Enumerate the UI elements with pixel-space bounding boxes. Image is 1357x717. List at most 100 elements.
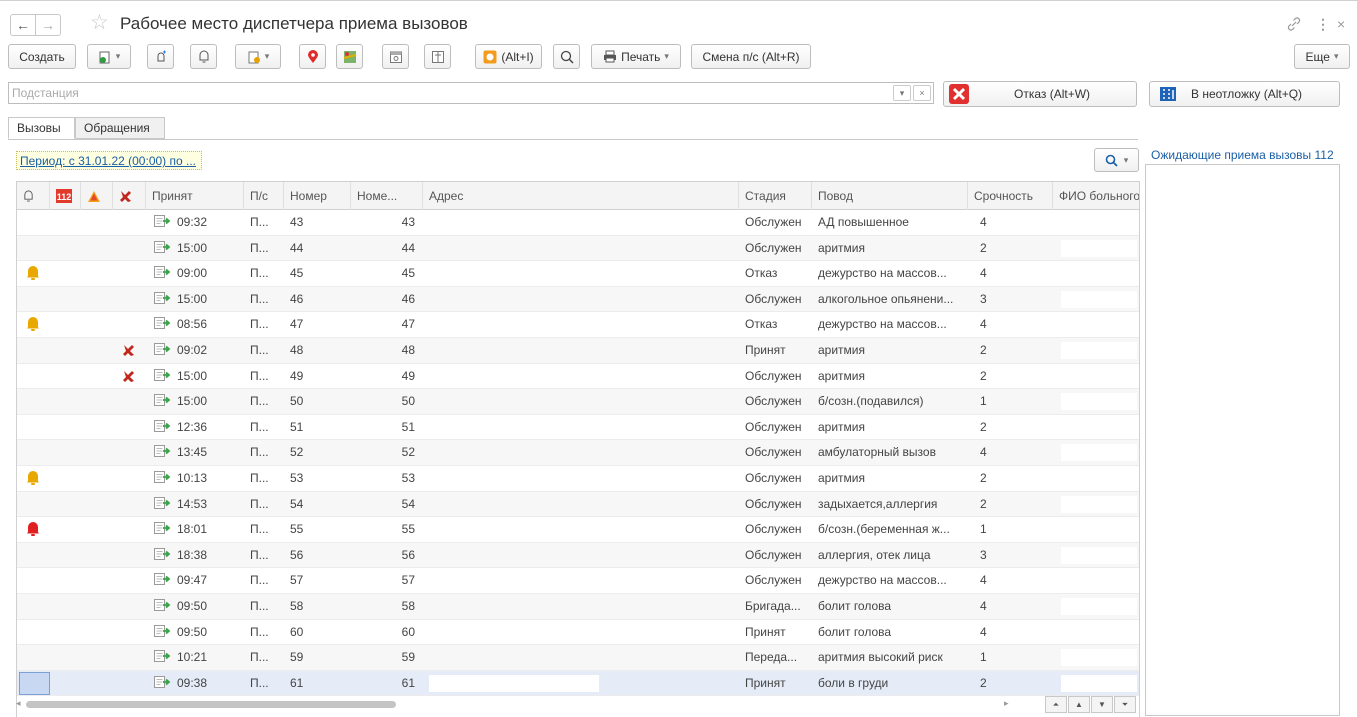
tab-requests[interactable]: Обращения [75, 117, 165, 139]
table-row[interactable]: 09:00 П... 45 45 Отказ дежурство на массов...… [17, 261, 1139, 287]
table-row[interactable]: 09:47 П... 57 57 Обслужен дежурство на массов… [17, 568, 1139, 594]
header-accepted[interactable]: Принят [146, 182, 244, 210]
header-ps[interactable]: П/с [244, 182, 284, 210]
prev-page-icon[interactable]: ▲ [1068, 696, 1090, 713]
header-address[interactable]: Адрес [423, 182, 739, 210]
cell-urgency: 1 [980, 394, 987, 409]
cell-number2: 56 [401, 547, 415, 562]
tab-calls[interactable]: Вызовы [8, 117, 75, 139]
add-document-dropdown[interactable]: ▾ [87, 44, 131, 69]
header-fio[interactable]: ФИО больного [1053, 182, 1139, 210]
cell-urgency: 2 [980, 368, 987, 383]
next-page-icon[interactable]: ▼ [1091, 696, 1113, 713]
cell-ps: П... [250, 522, 269, 537]
horizontal-scrollbar[interactable]: ◂ ▸ [16, 697, 1012, 711]
last-page-icon[interactable]: ⏷ [1114, 696, 1136, 713]
table-row[interactable]: 10:21 П... 59 59 Переда... аритмия высокий ри… [17, 645, 1139, 671]
table-row[interactable]: 09:32 П... 43 43 Обслужен АД повышенное 4 [17, 210, 1139, 236]
refuse-label: Отказ (Alt+W) [1014, 87, 1091, 101]
cell-reason: б/созн.(беременная ж... [818, 522, 950, 537]
more-button[interactable]: Еще ▾ [1294, 44, 1350, 69]
table-row[interactable]: 12:36 П... 51 51 Обслужен аритмия 2 [17, 415, 1139, 441]
cell-reason: аритмия [818, 343, 865, 357]
cell-number2: 51 [401, 419, 415, 434]
cell-reason: аритмия [818, 419, 865, 434]
table-row[interactable]: 15:00 П... 49 49 Обслужен аритмия 2 [17, 364, 1139, 390]
cell-urgency: 1 [980, 522, 987, 537]
cell-reason: аритмия [818, 240, 865, 255]
emergency-112-icon: 112 [56, 189, 72, 203]
table-row[interactable]: 08:56 П... 47 47 Отказ дежурство на массов...… [17, 312, 1139, 338]
refresh-bell-button[interactable] [147, 44, 174, 69]
link-icon[interactable] [1286, 16, 1302, 35]
cell-urgency: 1 [980, 650, 987, 665]
table-row[interactable]: 14:53 П... 54 54 Обслужен задыхается,аллергия… [17, 491, 1139, 518]
period-link[interactable]: Период: с 31.01.22 (00:00) по ... [16, 151, 202, 170]
cell-urgency: 4 [980, 624, 987, 639]
refuse-button[interactable]: Отказ (Alt+W) [943, 81, 1137, 107]
map-icon [343, 50, 356, 63]
more-vertical-icon[interactable]: ⋮ [1316, 16, 1330, 33]
alt-i-button[interactable]: (Alt+I) [475, 44, 542, 69]
back-button[interactable]: ← [10, 14, 36, 36]
info-panel-button[interactable] [424, 44, 451, 69]
ambulance-icon [120, 191, 131, 202]
filter-clear-button[interactable]: × [913, 85, 931, 101]
scroll-right-icon[interactable]: ▸ [1004, 698, 1009, 709]
table-row[interactable]: 09:50 П... 58 58 Бригада... болит голова 4 [17, 594, 1139, 620]
close-icon[interactable]: × [1337, 16, 1345, 32]
scroll-thumb[interactable] [26, 701, 396, 708]
table-row[interactable]: 15:00 П... 50 50 Обслужен б/созн.(подавился) 1 [17, 389, 1139, 415]
cell-time: 09:02 [177, 343, 208, 357]
emergency-button[interactable]: В неотложку (Alt+Q) [1149, 81, 1340, 107]
header-112[interactable]: 112 [50, 182, 81, 210]
report-dropdown[interactable]: ▾ [235, 44, 281, 69]
cell-address [429, 674, 599, 692]
change-substation-button[interactable]: Смена п/с (Alt+R) [691, 44, 811, 69]
cell-number2: 44 [401, 240, 415, 255]
table-row[interactable]: 15:00 П... 46 46 Обслужен алкогольное опьянен… [17, 286, 1139, 313]
header-number[interactable]: Номер [284, 182, 351, 210]
table-row[interactable]: 15:00 П... 44 44 Обслужен аритмия 2 [17, 235, 1139, 262]
map-pin-button[interactable] [299, 44, 326, 69]
bell-button[interactable] [190, 44, 217, 69]
create-button[interactable]: Создать [8, 44, 76, 69]
scroll-left-icon[interactable]: ◂ [16, 698, 21, 709]
cell-time: 09:50 [177, 599, 208, 613]
header-reason[interactable]: Повод [812, 182, 968, 210]
first-page-icon[interactable]: ⏶ [1045, 696, 1067, 713]
search-button[interactable] [553, 44, 580, 69]
table-row[interactable]: 18:38 П... 56 56 Обслужен аллергия, отек лица… [17, 542, 1139, 569]
table-row[interactable]: 09:02 П... 48 48 Принят аритмия 2 [17, 338, 1139, 364]
substation-filter[interactable]: ▾ × [8, 82, 934, 104]
grid-search-button[interactable]: ▾ [1094, 148, 1139, 172]
selected-cell[interactable] [19, 671, 50, 695]
table-row[interactable]: 10:13 П... 53 53 Обслужен аритмия 2 [17, 466, 1139, 492]
calendar-button[interactable] [382, 44, 409, 69]
favorite-star-icon[interactable]: ☆ [90, 12, 109, 34]
cell-reason: болит голова [818, 624, 892, 639]
cell-ps: П... [250, 215, 269, 229]
cell-time: 09:38 [177, 675, 208, 690]
header-alert[interactable] [81, 182, 113, 210]
cell-fio [1061, 393, 1137, 411]
map-button[interactable] [336, 44, 363, 69]
forward-button[interactable]: → [35, 14, 61, 36]
table-row[interactable]: 09:50 П... 60 60 Принят болит голова 4 [17, 620, 1139, 646]
header-urgency[interactable]: Срочность [968, 182, 1053, 210]
table-row[interactable]: 18:01 П... 55 55 Обслужен б/созн.(беременная … [17, 517, 1139, 543]
header-number2[interactable]: Номе... [351, 182, 423, 210]
print-dropdown[interactable]: Печать ▾ [591, 44, 681, 69]
substation-input[interactable] [9, 83, 869, 103]
waiting-calls-list[interactable] [1145, 164, 1340, 716]
cell-fio [1061, 623, 1137, 641]
cell-fio [1061, 367, 1137, 385]
filter-dropdown-button[interactable]: ▾ [893, 85, 911, 101]
cell-urgency: 4 [980, 266, 987, 281]
header-bell[interactable] [17, 182, 50, 210]
cell-stage: Обслужен [745, 394, 802, 409]
table-row[interactable]: 13:45 П... 52 52 Обслужен амбулаторный вызов 4 [17, 440, 1139, 466]
header-ambulance[interactable] [113, 182, 146, 210]
table-row[interactable]: 09:38 П... 61 61 Принят боли в груди 2 [17, 670, 1139, 697]
header-stage[interactable]: Стадия [739, 182, 812, 210]
